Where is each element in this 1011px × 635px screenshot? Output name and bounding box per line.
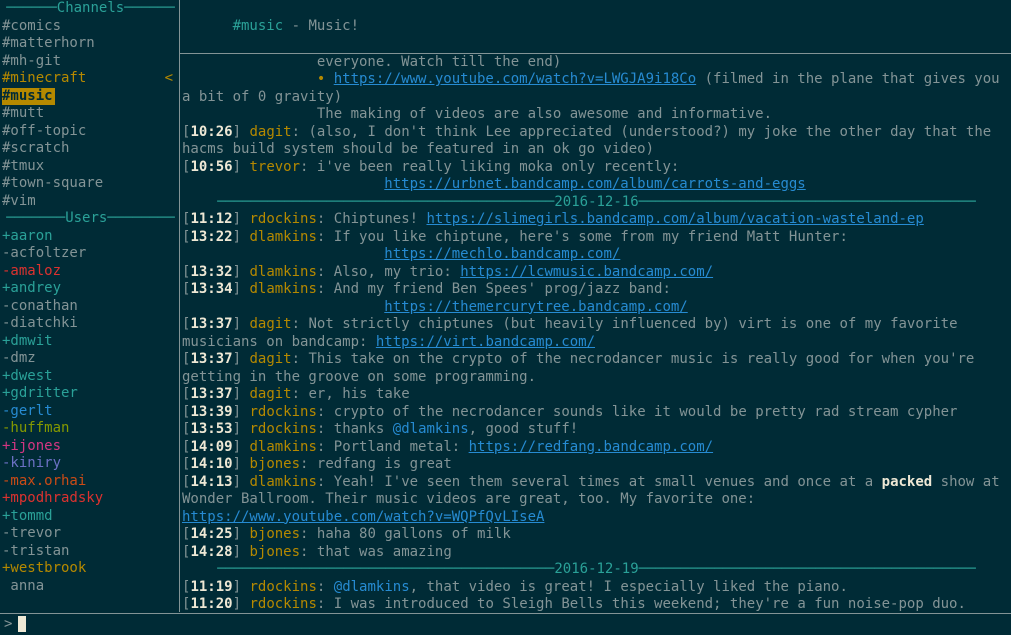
- link[interactable]: https://lcwmusic.bandcamp.com/: [460, 264, 713, 280]
- user-item[interactable]: -dmz: [2, 350, 179, 368]
- user-item[interactable]: +westbrook: [2, 560, 179, 578]
- message: [13:34] dlamkins: And my friend Ben Spee…: [182, 281, 1011, 316]
- message-nick[interactable]: rdockins: [249, 421, 316, 437]
- user-item[interactable]: +dwest: [2, 368, 179, 386]
- message: [13:37] dagit: er, his take: [182, 386, 1011, 404]
- input-line[interactable]: >: [0, 614, 1011, 635]
- message-nick[interactable]: trevor: [249, 159, 300, 175]
- message-nick[interactable]: bjones: [249, 544, 300, 560]
- message-nick[interactable]: rdockins: [249, 404, 316, 420]
- topic-title: Music!: [308, 18, 359, 34]
- user-item[interactable]: +mpodhradsky: [2, 490, 179, 508]
- user-item[interactable]: -kiniry: [2, 455, 179, 473]
- cursor: [18, 616, 26, 632]
- message: [14:09] dlamkins: Portland metal: https:…: [182, 439, 1011, 457]
- message-nick[interactable]: bjones: [249, 526, 300, 542]
- message-log[interactable]: everyone. Watch till the end) • https://…: [180, 54, 1011, 612]
- content-pane: #music - Music! everyone. Watch till the…: [180, 0, 1011, 612]
- user-item[interactable]: -conathan: [2, 298, 179, 316]
- users-header: ───────Users────────: [2, 210, 179, 228]
- mention[interactable]: @dlamkins: [334, 579, 410, 595]
- date-separator: ────────────────────────────────────────…: [182, 561, 1011, 579]
- message: [13:39] rdockins: crypto of the necrodan…: [182, 404, 1011, 422]
- user-item[interactable]: +ijones: [2, 438, 179, 456]
- channel-item[interactable]: #town-square: [2, 175, 179, 193]
- message-nick[interactable]: rdockins: [249, 579, 316, 595]
- message-continuation: The making of videos are also awesome an…: [182, 106, 1011, 124]
- link[interactable]: https://themercurytree.bandcamp.com/: [384, 299, 687, 315]
- message: [13:32] dlamkins: Also, my trio: https:/…: [182, 264, 1011, 282]
- channel-list: #comics#matterhorn#mh-git#minecraft<#mus…: [2, 18, 179, 211]
- message: [13:37] dagit: Not strictly chiptunes (b…: [182, 316, 1011, 351]
- message: [13:53] rdockins: thanks @dlamkins, good…: [182, 421, 1011, 439]
- channel-item[interactable]: #mutt: [2, 105, 179, 123]
- user-item[interactable]: +aaron: [2, 228, 179, 246]
- message-nick[interactable]: dagit: [249, 124, 291, 140]
- topic-channel: #music: [233, 18, 284, 34]
- message: [14:28] bjones: that was amazing: [182, 544, 1011, 562]
- user-list: +aaron-acfoltzer-amaloz+andrey-conathan-…: [2, 228, 179, 596]
- prompt: >: [4, 616, 12, 634]
- date-separator: ────────────────────────────────────────…: [182, 194, 1011, 212]
- message-nick[interactable]: dagit: [249, 386, 291, 402]
- message: [11:12] rdockins: Chiptunes! https://sli…: [182, 211, 1011, 229]
- channel-item[interactable]: #mh-git: [2, 53, 179, 71]
- user-item[interactable]: -diatchki: [2, 315, 179, 333]
- message-continuation: everyone. Watch till the end): [182, 54, 1011, 72]
- link[interactable]: https://slimegirls.bandcamp.com/album/va…: [426, 211, 923, 227]
- user-item[interactable]: -amaloz: [2, 263, 179, 281]
- user-item[interactable]: -huffman: [2, 420, 179, 438]
- message: [10:56] trevor: i've been really liking …: [182, 159, 1011, 194]
- mention[interactable]: @dlamkins: [393, 421, 469, 437]
- message-nick[interactable]: rdockins: [249, 596, 316, 612]
- message-nick[interactable]: rdockins: [249, 211, 316, 227]
- link[interactable]: https://www.youtube.com/watch?v=LWGJA9i1…: [334, 71, 696, 87]
- message-nick[interactable]: dlamkins: [249, 264, 316, 280]
- sidebar: ──────Channels────── #comics#matterhorn#…: [0, 0, 180, 612]
- user-item[interactable]: +dmwit: [2, 333, 179, 351]
- message: [10:26] dagit: (also, I don't think Lee …: [182, 124, 1011, 159]
- link[interactable]: https://mechlo.bandcamp.com/: [384, 246, 620, 262]
- message: [14:25] bjones: haha 80 gallons of milk: [182, 526, 1011, 544]
- message-nick[interactable]: bjones: [249, 456, 300, 472]
- channel-unread-marker: #minecraft<: [2, 70, 179, 88]
- channel-item[interactable]: #vim: [2, 193, 179, 211]
- message: [11:19] rdockins: @dlamkins, that video …: [182, 579, 1011, 597]
- message-nick[interactable]: dlamkins: [249, 474, 316, 490]
- channel-item[interactable]: #scratch: [2, 140, 179, 158]
- message: [14:13] dlamkins: Yeah! I've seen them s…: [182, 474, 1011, 527]
- message: [11:20] rdockins: I was introduced to Sl…: [182, 596, 1011, 612]
- message-nick[interactable]: dagit: [249, 316, 291, 332]
- message-nick[interactable]: dlamkins: [249, 229, 316, 245]
- link[interactable]: https://urbnet.bandcamp.com/album/carrot…: [384, 176, 805, 192]
- user-item[interactable]: anna: [2, 578, 179, 596]
- channel-item[interactable]: #comics: [2, 18, 179, 36]
- channel-item[interactable]: #off-topic: [2, 123, 179, 141]
- channel-topic: #music - Music!: [180, 0, 1011, 54]
- message-continuation: • https://www.youtube.com/watch?v=LWGJA9…: [182, 71, 1011, 106]
- user-item[interactable]: +tommd: [2, 508, 179, 526]
- link[interactable]: https://www.youtube.com/watch?v=WQPfQvLI…: [182, 509, 544, 525]
- user-item[interactable]: +gdritter: [2, 385, 179, 403]
- message: [13:37] dagit: This take on the crypto o…: [182, 351, 1011, 386]
- message-nick[interactable]: dlamkins: [249, 439, 316, 455]
- user-item[interactable]: -tristan: [2, 543, 179, 561]
- link[interactable]: https://redfang.bandcamp.com/: [469, 439, 713, 455]
- link[interactable]: https://virt.bandcamp.com/: [376, 334, 595, 350]
- user-item[interactable]: -trevor: [2, 525, 179, 543]
- user-item[interactable]: +andrey: [2, 280, 179, 298]
- user-item[interactable]: -acfoltzer: [2, 245, 179, 263]
- channel-item[interactable]: #tmux: [2, 158, 179, 176]
- message: [14:10] bjones: redfang is great: [182, 456, 1011, 474]
- message-nick[interactable]: dlamkins: [249, 281, 316, 297]
- channel-item[interactable]: #matterhorn: [2, 35, 179, 53]
- channels-header: ──────Channels──────: [2, 0, 179, 18]
- message-nick[interactable]: dagit: [249, 351, 291, 367]
- message: [13:22] dlamkins: If you like chiptune, …: [182, 229, 1011, 264]
- user-item[interactable]: -gerlt: [2, 403, 179, 421]
- user-item[interactable]: -max.orhai: [2, 473, 179, 491]
